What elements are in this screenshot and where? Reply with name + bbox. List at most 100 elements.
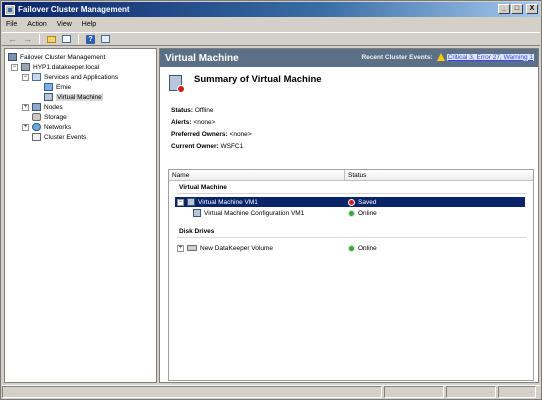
recent-events-label: Recent Cluster Events:	[361, 53, 433, 61]
disk-icon	[187, 245, 197, 251]
current-owner-label: Current Owner:	[171, 143, 219, 150]
group-header-virtual-machine: Virtual Machine	[179, 184, 227, 191]
column-header-name[interactable]: Name	[172, 172, 189, 179]
list-item-datakeeper-volume[interactable]: + New DataKeeper Volume Online	[175, 243, 525, 253]
menu-action[interactable]: Action	[27, 21, 46, 28]
status-value: Offline	[194, 107, 214, 114]
tree-item-label: Storage	[44, 113, 67, 121]
virtual-machine-icon	[187, 198, 195, 206]
status-bar-panel	[446, 386, 496, 398]
back-arrow-icon[interactable]: ←	[7, 34, 18, 44]
online-status-icon	[348, 209, 355, 217]
tree-item-label: Ernie	[56, 83, 72, 91]
tree-item-virtual-machine[interactable]: Virtual Machine	[44, 92, 103, 102]
services-icon	[32, 73, 41, 81]
configuration-icon	[193, 209, 201, 217]
toolbar: ← → ?	[2, 32, 540, 46]
help-button[interactable]: ?	[85, 34, 96, 44]
status-text: Online	[358, 209, 377, 217]
list-item-vm1[interactable]: − Virtual Machine VM1 Saved	[175, 197, 525, 207]
menu-file[interactable]: File	[6, 21, 17, 28]
group-header-disk-drives: Disk Drives	[179, 228, 215, 235]
alerts-label: Alerts:	[171, 119, 192, 126]
tree-item-label: Nodes	[44, 103, 63, 111]
group-divider	[177, 237, 527, 238]
tree-item-nodes[interactable]: + Nodes	[22, 102, 63, 112]
tree-item-cluster-events[interactable]: Cluster Events	[32, 132, 86, 142]
warning-icon	[436, 53, 445, 61]
current-owner-property: Current Owner: WSFC1	[171, 143, 243, 150]
application-icon	[44, 83, 53, 91]
window-title: Failover Cluster Management	[18, 5, 130, 14]
up-folder-button[interactable]	[46, 34, 57, 44]
action-pane-icon	[101, 35, 110, 43]
expand-toggle[interactable]: +	[22, 123, 29, 131]
expand-toggle[interactable]: +	[22, 103, 29, 111]
console-tree: Failover Cluster Management − HYP1.datak…	[4, 48, 157, 383]
collapse-toggle[interactable]: −	[22, 73, 29, 81]
toolbar-separator	[78, 34, 79, 44]
saved-status-icon	[348, 198, 355, 206]
page-title: Virtual Machine	[165, 52, 239, 64]
menu-view[interactable]: View	[57, 21, 72, 28]
status-bar-panel	[2, 386, 382, 398]
tree-item-services-and-applications[interactable]: − Services and Applications	[22, 72, 118, 82]
tree-item-hyp1[interactable]: − HYP1.datakeeper.local	[11, 62, 99, 72]
menu-help[interactable]: Help	[82, 21, 96, 28]
tree-item-label: Services and Applications	[44, 73, 119, 81]
tree-item-ernie[interactable]: Ernie	[44, 82, 71, 92]
help-icon: ?	[86, 34, 95, 44]
tree-item-networks[interactable]: + Networks	[22, 122, 71, 132]
expand-toggle[interactable]: +	[177, 244, 184, 252]
recent-events-link[interactable]: Critical 3, Error 27, Warning 1	[446, 53, 534, 61]
list-item-name: New DataKeeper Volume	[200, 244, 273, 252]
current-owner-value: WSFC1	[220, 143, 244, 150]
minimize-button[interactable]: _	[498, 4, 510, 14]
status-cell: Online	[348, 244, 377, 252]
app-window: Failover Cluster Management _ □ X File A…	[0, 0, 542, 400]
maximize-button[interactable]: □	[511, 4, 523, 14]
list-item-name: Virtual Machine Configuration VM1	[204, 209, 305, 217]
cluster-icon	[8, 53, 17, 61]
tree-item-label: HYP1.datakeeper.local	[33, 63, 100, 71]
list-item-vm1-configuration[interactable]: Virtual Machine Configuration VM1 Online	[175, 208, 525, 218]
networks-icon	[32, 123, 41, 131]
alerts-value: <none>	[193, 119, 216, 126]
show-hide-tree-button[interactable]	[61, 34, 72, 44]
tree-item-label: Failover Cluster Management	[20, 53, 106, 61]
list-header: Name Status	[169, 170, 533, 181]
collapse-toggle[interactable]: −	[11, 63, 18, 71]
app-icon	[5, 4, 15, 15]
group-divider	[177, 193, 527, 194]
column-divider[interactable]	[344, 170, 345, 181]
error-icon	[177, 85, 185, 93]
tree-item-storage[interactable]: Storage	[32, 112, 67, 122]
status-cell: Online	[348, 209, 377, 217]
action-pane-button[interactable]	[100, 34, 111, 44]
status-bar	[2, 385, 540, 398]
status-text: Saved	[358, 198, 377, 206]
window-controls: _ □ X	[498, 4, 538, 14]
list-item-name: Virtual Machine VM1	[198, 198, 258, 206]
tree-item-label: Cluster Events	[44, 133, 87, 141]
tree-item-failover-cluster-management[interactable]: Failover Cluster Management	[8, 52, 105, 62]
summary-title: Summary of Virtual Machine	[194, 74, 322, 85]
server-icon	[21, 63, 30, 71]
status-bar-panel	[498, 386, 536, 398]
title-bar: Failover Cluster Management _ □ X	[2, 2, 540, 17]
status-bar-panel	[384, 386, 444, 398]
close-button[interactable]: X	[526, 4, 538, 14]
online-status-icon	[348, 244, 355, 252]
virtual-machine-icon	[44, 93, 53, 101]
results-header: Virtual Machine Recent Cluster Events: C…	[160, 49, 538, 67]
alerts-property: Alerts: <none>	[171, 119, 215, 126]
console-tree-icon	[62, 35, 71, 43]
status-label: Status:	[171, 107, 194, 114]
cluster-events-icon	[32, 133, 41, 141]
collapse-toggle[interactable]: −	[177, 198, 184, 206]
resources-list: Name Status Virtual Machine − Virtual Ma…	[168, 169, 534, 381]
virtual-machine-icon	[169, 75, 185, 93]
preferred-owners-value: <none>	[229, 131, 252, 138]
forward-arrow-icon[interactable]: →	[22, 34, 33, 44]
column-header-status[interactable]: Status	[348, 172, 366, 179]
